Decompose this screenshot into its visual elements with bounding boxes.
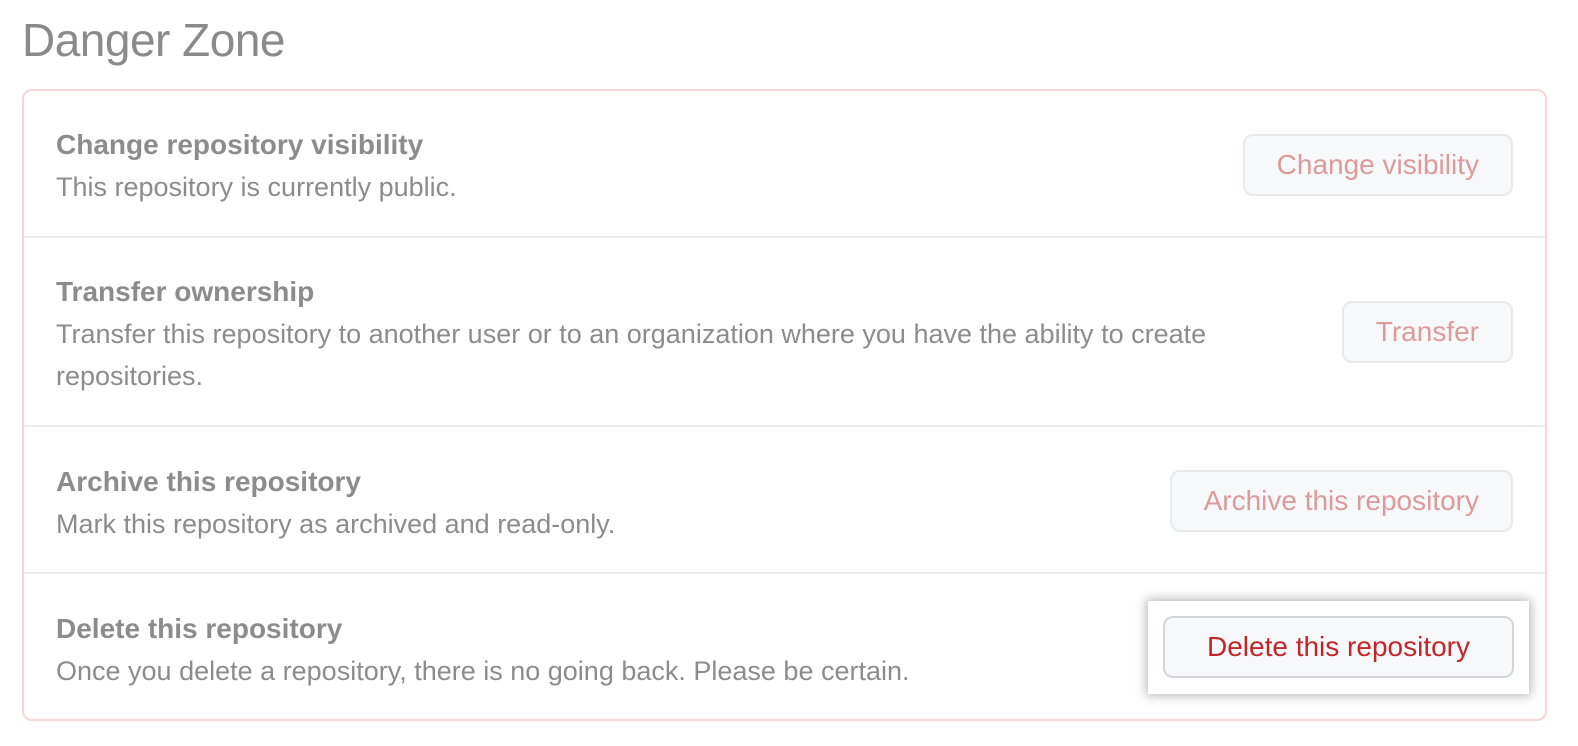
danger-row-transfer: Transfer ownership Transfer this reposit… <box>24 236 1545 426</box>
transfer-button[interactable]: Transfer <box>1341 301 1513 363</box>
transfer-description-line1: Transfer this repository to another user… <box>56 319 1207 349</box>
archive-title: Archive this repository <box>56 466 361 497</box>
change-visibility-button[interactable]: Change visibility <box>1242 134 1513 196</box>
archive-repository-button[interactable]: Archive this repository <box>1169 470 1513 532</box>
danger-row-visibility: Change repository visibility This reposi… <box>24 91 1545 238</box>
visibility-description: This repository is currently public. <box>56 172 457 202</box>
delete-description: Once you delete a repository, there is n… <box>56 656 910 686</box>
delete-repository-button[interactable]: Delete this repository <box>1163 616 1514 678</box>
page-title: Danger Zone <box>22 14 286 66</box>
archive-description: Mark this repository as archived and rea… <box>56 509 616 539</box>
visibility-title: Change repository visibility <box>56 129 424 160</box>
delete-title: Delete this repository <box>56 613 343 644</box>
danger-row-archive: Archive this repository Mark this reposi… <box>24 425 1545 573</box>
transfer-title: Transfer ownership <box>56 276 315 307</box>
transfer-description-line2: repositories. <box>56 361 204 391</box>
delete-button-highlight: Delete this repository <box>1148 601 1529 694</box>
